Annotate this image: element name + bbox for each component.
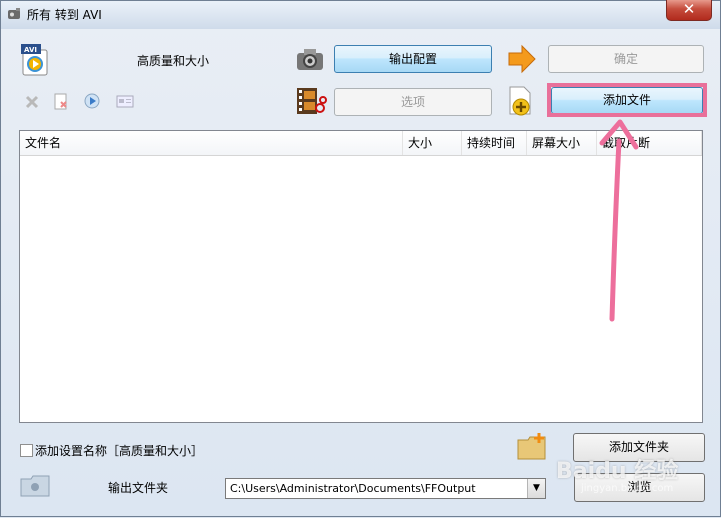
add-file-highlight	[547, 83, 707, 117]
play-icon[interactable]	[84, 93, 100, 109]
title-bar: 所有 转到 AVI ✕	[1, 0, 720, 29]
ok-label: 确定	[613, 52, 638, 66]
close-icon: ✕	[682, 0, 696, 18]
output-path-select[interactable]: C:\Users\Administrator\Documents\FFOutpu…	[225, 478, 546, 499]
output-folder-label: 输出文件夹	[108, 481, 169, 495]
close-button[interactable]: ✕	[666, 0, 712, 21]
column-filename[interactable]: 文件名	[20, 131, 403, 155]
delete-icon[interactable]	[25, 95, 39, 109]
column-size[interactable]: 大小	[403, 131, 462, 155]
info-icon[interactable]	[116, 95, 134, 108]
file-list-header: 文件名 大小 持续时间 屏幕大小 截取片断	[20, 131, 702, 156]
add-setting-name-label: 添加设置名称［高质量和大小］	[35, 444, 204, 458]
svg-text:AVI: AVI	[24, 46, 37, 54]
add-file-icon	[509, 86, 531, 116]
watermark-url: jingyan.baidu.com	[581, 483, 674, 494]
camera-icon	[297, 49, 323, 70]
file-list[interactable]: 文件名 大小 持续时间 屏幕大小 截取片断	[19, 130, 703, 423]
converter-window: 所有 转到 AVI ✕ AVI 高质量和大小 输出配置 确定 选项 添加文件 文…	[0, 0, 721, 517]
arrow-right-icon	[508, 44, 536, 74]
watermark: Baidu 经验	[556, 459, 679, 484]
avi-format-icon: AVI	[21, 44, 48, 76]
ok-button[interactable]: 确定	[548, 45, 704, 73]
options-button[interactable]: 选项	[334, 88, 492, 116]
options-label: 选项	[400, 95, 425, 109]
film-edit-icon	[297, 88, 327, 114]
column-screen-size[interactable]: 屏幕大小	[527, 131, 597, 155]
chevron-down-icon[interactable]: ▼	[527, 479, 545, 498]
column-duration[interactable]: 持续时间	[462, 131, 527, 155]
window-title: 所有 转到 AVI	[27, 8, 102, 22]
output-config-button[interactable]: 输出配置	[334, 45, 492, 73]
profile-name: 高质量和大小	[137, 54, 210, 68]
remove-icon[interactable]	[54, 93, 68, 110]
output-config-label: 输出配置	[388, 52, 437, 66]
column-clip[interactable]: 截取片断	[597, 131, 702, 155]
app-icon	[8, 8, 20, 19]
add-folder-label: 添加文件夹	[608, 440, 669, 454]
add-setting-name-checkbox[interactable]	[20, 444, 33, 457]
add-folder-icon	[517, 433, 546, 460]
folder-icon	[20, 475, 50, 497]
output-path-value: C:\Users\Administrator\Documents\FFOutpu…	[230, 482, 476, 495]
